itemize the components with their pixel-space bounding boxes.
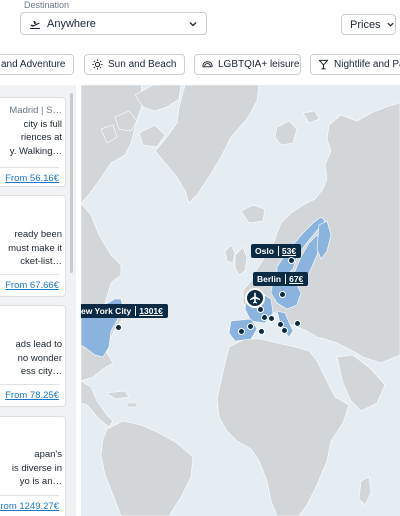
map-dot[interactable]	[257, 306, 264, 313]
map-pin-berlin[interactable]: Berlin 67€	[253, 272, 309, 286]
card-text-line: no wonder	[17, 352, 62, 364]
card-divider	[0, 384, 59, 385]
map-dot[interactable]	[258, 328, 265, 335]
destination-label: Destination	[24, 0, 70, 10]
lgbtqia-icon	[202, 61, 213, 68]
destination-select[interactable]: Anywhere	[20, 12, 207, 35]
destination-card[interactable]: apan's is diverse in yo is an… From 1249…	[0, 416, 66, 516]
destination-card[interactable]: ready been must make it cket-list… From …	[0, 195, 66, 297]
card-text-line: riences at	[20, 132, 62, 143]
app-root: Destination Anywhere Prices and Adventur…	[0, 0, 400, 516]
card-divider	[0, 495, 59, 496]
card-price-link[interactable]: From 78.25€	[5, 390, 59, 401]
card-price-link[interactable]: From 1249.27€	[0, 501, 59, 512]
card-text-line: y. Walking…	[9, 145, 62, 157]
pin-price[interactable]: 1301€	[135, 306, 166, 316]
card-text-line: ess city…	[20, 366, 62, 377]
card-text-line: city is full	[23, 118, 62, 130]
map-dot[interactable]	[238, 328, 245, 335]
pin-price[interactable]: 67€	[285, 274, 306, 284]
prices-label: Prices	[350, 18, 381, 31]
category-chip-lgbtqia-leisure[interactable]: LGBTQIA+ leisure	[194, 54, 301, 75]
scrollbar-thumb[interactable]	[70, 93, 73, 273]
map-dot[interactable]	[288, 257, 295, 264]
card-price-link[interactable]: From 56.16€	[5, 173, 59, 184]
chevron-down-icon	[386, 22, 394, 27]
map-pin-new-york-city[interactable]: ew York City 1301€	[81, 304, 168, 318]
map-dot[interactable]	[279, 291, 286, 298]
pin-price[interactable]: 53€	[277, 246, 299, 256]
map-dot[interactable]	[115, 324, 122, 331]
map-pin-oslo[interactable]: Oslo 53€	[251, 244, 302, 258]
card-text-line: is diverse in	[11, 462, 62, 474]
sun-icon	[92, 59, 103, 70]
category-chip-label: LGBTQIA+ leisure	[218, 59, 300, 70]
card-text-line: cket-list…	[20, 256, 62, 267]
category-chips: and Adventure Sun and Beach LGBTQIA+ lei…	[0, 54, 400, 75]
cocktail-icon	[318, 59, 329, 70]
destination-card-list: Madrid | S… city is full riences at y. W…	[0, 85, 76, 516]
category-chip-adventure[interactable]: and Adventure	[0, 54, 74, 75]
map-dot[interactable]	[281, 327, 288, 334]
chevron-down-icon	[189, 22, 197, 27]
card-text-line: yo is an…	[19, 476, 62, 487]
card-text-line: Madrid | S…	[9, 105, 62, 116]
card-text-line: apan's	[34, 449, 62, 460]
world-map[interactable]: Oslo 53€ Berlin 67€ ew York City 1301€	[81, 85, 400, 516]
card-text-line: ready been	[14, 229, 62, 240]
category-chip-label: Nightlife and Pa	[334, 59, 400, 70]
destination-card[interactable]: Madrid | S… city is full riences at y. W…	[0, 97, 66, 187]
map-land	[81, 85, 400, 516]
card-text-line: must make it	[8, 242, 62, 254]
plane-takeoff-icon	[30, 20, 40, 29]
origin-airport-marker[interactable]	[245, 288, 265, 308]
map-dot[interactable]	[268, 315, 275, 322]
pin-city-name: ew York City	[81, 306, 132, 316]
prices-filter-button[interactable]: Prices	[341, 14, 396, 35]
pin-city-name: Oslo	[255, 246, 274, 256]
card-divider	[0, 167, 59, 168]
card-divider	[0, 274, 59, 275]
destination-value: Anywhere	[47, 17, 96, 30]
plane-icon	[250, 292, 260, 304]
destination-card[interactable]: ads lead to no wonder ess city… From 78.…	[0, 305, 66, 407]
category-chip-label: Sun and Beach	[108, 59, 177, 70]
map-dot[interactable]	[247, 323, 254, 330]
map-dot[interactable]	[261, 314, 268, 321]
card-price-link[interactable]: From 67.66€	[5, 280, 59, 291]
pin-city-name: Berlin	[257, 274, 282, 284]
category-chip-label: and Adventure	[1, 59, 66, 70]
category-chip-nightlife[interactable]: Nightlife and Pa	[310, 54, 400, 75]
card-text-line: ads lead to	[15, 339, 62, 350]
category-chip-sun-and-beach[interactable]: Sun and Beach	[84, 54, 185, 75]
map-dot[interactable]	[294, 320, 301, 327]
